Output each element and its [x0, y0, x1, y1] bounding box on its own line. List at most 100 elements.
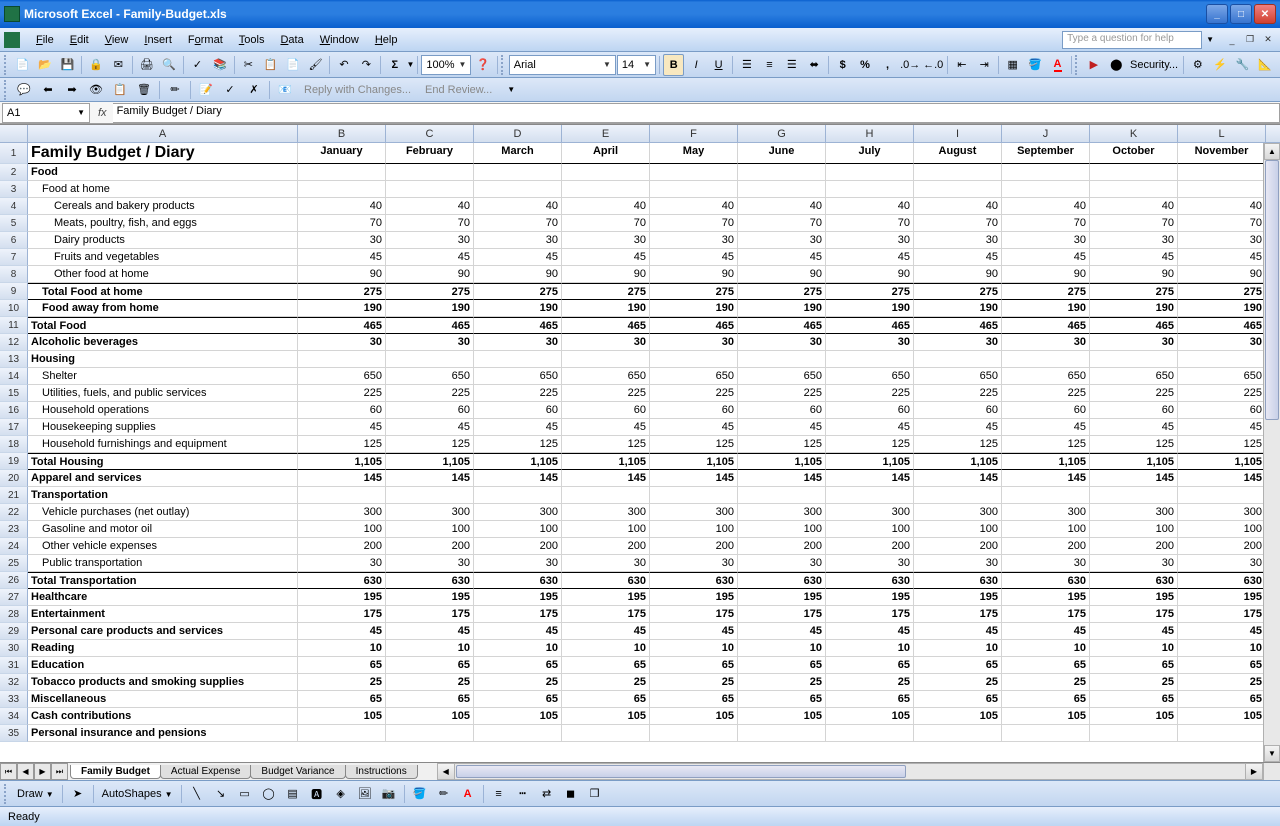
show-comment-button[interactable]: 👁 [85, 79, 107, 101]
cell[interactable]: Utilities, fuels, and public services [28, 385, 298, 402]
cell[interactable] [650, 181, 738, 198]
cell[interactable]: 40 [298, 198, 386, 215]
cell[interactable]: September [1002, 143, 1090, 164]
cell[interactable]: 465 [1090, 317, 1178, 334]
cell[interactable]: 650 [298, 368, 386, 385]
row-header[interactable]: 6 [0, 232, 28, 249]
cell[interactable]: 40 [1090, 198, 1178, 215]
align-right-button[interactable]: ☰ [781, 54, 802, 76]
col-header-l[interactable]: L [1178, 125, 1266, 142]
cell[interactable]: 30 [474, 334, 562, 351]
cell[interactable]: 30 [1178, 334, 1266, 351]
menu-help[interactable]: Help [367, 32, 406, 48]
merge-button[interactable]: ⬌ [804, 54, 825, 76]
row-header[interactable]: 24 [0, 538, 28, 555]
cell[interactable]: 45 [650, 249, 738, 266]
cell[interactable]: 100 [1178, 521, 1266, 538]
cell[interactable]: Tobacco products and smoking supplies [28, 674, 298, 691]
cell[interactable] [1002, 351, 1090, 368]
cell[interactable]: 30 [826, 555, 914, 572]
cell[interactable]: 65 [914, 691, 1002, 708]
cell[interactable]: 30 [914, 555, 1002, 572]
cell[interactable]: 40 [650, 198, 738, 215]
table-row[interactable]: 10Food away from home1901901901901901901… [0, 300, 1280, 317]
currency-button[interactable]: $ [832, 54, 853, 76]
cell[interactable]: 10 [1178, 640, 1266, 657]
cell[interactable]: April [562, 143, 650, 164]
cell[interactable]: 25 [1178, 674, 1266, 691]
cell[interactable]: 465 [826, 317, 914, 334]
cell[interactable]: 45 [1002, 623, 1090, 640]
cell[interactable]: 200 [1002, 538, 1090, 555]
close-button[interactable]: ✕ [1254, 4, 1276, 24]
cell[interactable] [826, 725, 914, 742]
next-comment-button[interactable]: ➡ [61, 79, 83, 101]
row-header[interactable]: 1 [0, 143, 28, 164]
cell[interactable]: 100 [914, 521, 1002, 538]
cell[interactable]: 90 [826, 266, 914, 283]
fontsize-combo[interactable]: 14▼ [617, 55, 656, 75]
cell[interactable]: 45 [474, 623, 562, 640]
line-button[interactable]: ╲ [186, 783, 208, 805]
cell[interactable]: 145 [914, 470, 1002, 487]
print-button[interactable]: 🖨 [136, 54, 157, 76]
col-header-d[interactable]: D [474, 125, 562, 142]
cell[interactable]: 25 [738, 674, 826, 691]
cell[interactable]: 190 [474, 300, 562, 317]
cell[interactable] [1002, 725, 1090, 742]
cell[interactable]: 105 [474, 708, 562, 725]
cell[interactable] [738, 181, 826, 198]
cell[interactable]: 1,105 [650, 453, 738, 470]
cell[interactable]: 45 [650, 623, 738, 640]
reject-button[interactable]: ✗ [243, 79, 265, 101]
cell[interactable] [298, 164, 386, 181]
table-row[interactable]: 35Personal insurance and pensions [0, 725, 1280, 742]
cell[interactable]: Vehicle purchases (net outlay) [28, 504, 298, 521]
menu-insert[interactable]: Insert [136, 32, 180, 48]
cell[interactable]: 465 [1178, 317, 1266, 334]
cell[interactable]: 90 [1002, 266, 1090, 283]
cell[interactable]: 200 [650, 538, 738, 555]
table-row[interactable]: 13Housing [0, 351, 1280, 368]
permission-button[interactable]: 🔒 [85, 54, 106, 76]
col-header-c[interactable]: C [386, 125, 474, 142]
cell[interactable]: 190 [1178, 300, 1266, 317]
table-row[interactable]: 27Healthcare1951951951951951951951951951… [0, 589, 1280, 606]
menu-window[interactable]: Window [312, 32, 367, 48]
fill-color-button[interactable]: 🪣 [1024, 54, 1045, 76]
cell[interactable]: 45 [562, 623, 650, 640]
picture-button[interactable]: 📷 [378, 783, 400, 805]
cell[interactable] [1090, 725, 1178, 742]
row-header[interactable]: 5 [0, 215, 28, 232]
autoshapes-menu[interactable]: AutoShapes ▼ [98, 788, 177, 800]
cell[interactable]: 300 [474, 504, 562, 521]
increase-indent-button[interactable]: ⇥ [974, 54, 995, 76]
align-left-button[interactable]: ☰ [736, 54, 757, 76]
cell[interactable]: 70 [914, 215, 1002, 232]
select-objects-button[interactable]: ➤ [67, 783, 89, 805]
cell[interactable]: 30 [914, 334, 1002, 351]
cell[interactable]: 195 [826, 589, 914, 606]
cell[interactable] [562, 725, 650, 742]
font-color-draw-button[interactable]: A [457, 783, 479, 805]
cell[interactable]: 70 [738, 215, 826, 232]
cell[interactable]: Household furnishings and equipment [28, 436, 298, 453]
cell[interactable] [826, 487, 914, 504]
cell[interactable] [650, 164, 738, 181]
cell[interactable]: 145 [1002, 470, 1090, 487]
app-icon[interactable] [4, 32, 20, 48]
cell[interactable] [1002, 487, 1090, 504]
cell[interactable]: 45 [474, 419, 562, 436]
cell[interactable]: 225 [1178, 385, 1266, 402]
cell[interactable]: 125 [386, 436, 474, 453]
cell[interactable]: 200 [826, 538, 914, 555]
cell[interactable]: 195 [474, 589, 562, 606]
cell[interactable]: 45 [914, 419, 1002, 436]
design-button[interactable]: 📐 [1254, 54, 1275, 76]
menu-format[interactable]: Format [180, 32, 231, 48]
save-button[interactable]: 💾 [57, 54, 78, 76]
cell[interactable]: 630 [298, 572, 386, 589]
cell[interactable]: 200 [1090, 538, 1178, 555]
cell[interactable]: 45 [1090, 419, 1178, 436]
cell[interactable]: 630 [1178, 572, 1266, 589]
